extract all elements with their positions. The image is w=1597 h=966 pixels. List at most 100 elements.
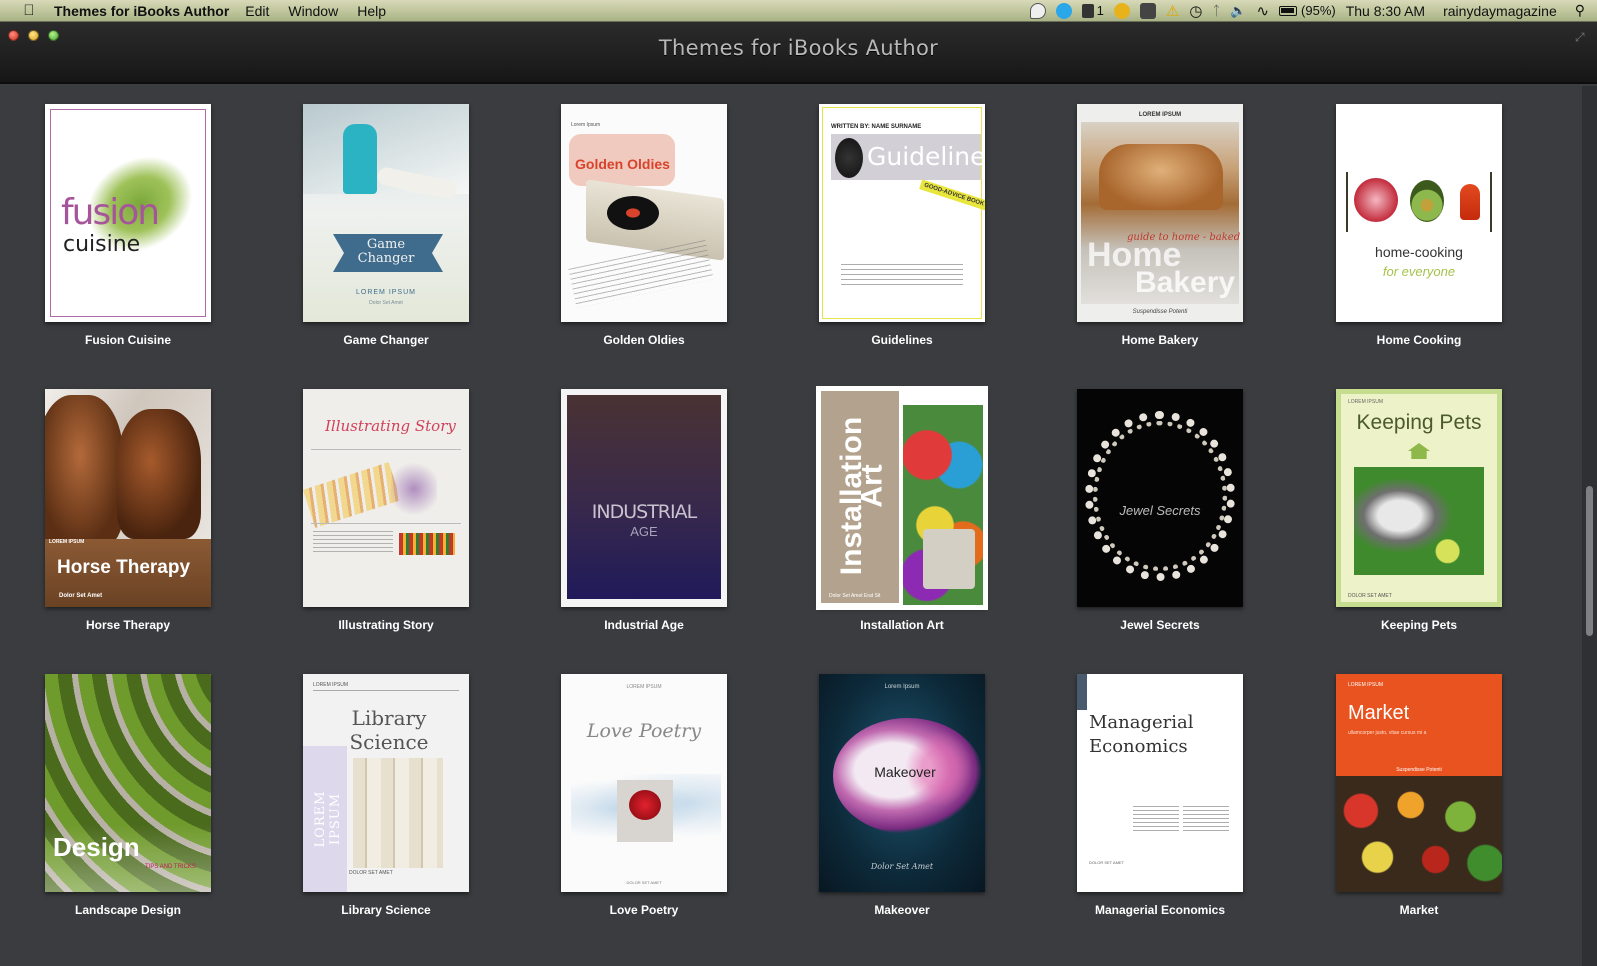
theme-cover[interactable]: Design TIPS AND TRICKS [45,674,211,892]
cover-title: Love Poetry [586,720,702,742]
theme-label: Managerial Economics [1094,903,1226,917]
bluetooth-icon[interactable]: ᛏ [1212,3,1220,18]
apple-menu-icon[interactable]:  [18,2,40,19]
theme-cover[interactable]: Game Changer LOREM IPSUM Dolor Set Amet [303,104,469,322]
cover-title: Makeover [874,764,936,780]
menu-bar:  Themes for iBooks Author Edit Window H… [0,0,1597,22]
spotlight-search-icon[interactable]: ⚲ [1575,2,1585,19]
theme-cover[interactable]: Lorem Ipsum Golden Oldies [561,104,727,322]
theme-cover[interactable]: LOREM IPSUM guide to home - baked Home B… [1077,104,1243,322]
theme-label: Makeover [874,903,930,917]
theme-cover[interactable]: LOREM IPSUM Library Science LOREM IPSUM … [303,674,469,892]
app-status-icon[interactable] [1113,2,1130,19]
cover-title: Keeping Pets [1356,411,1482,434]
cover-byline: Suspendisse Potenti [1396,767,1442,773]
user-menu[interactable]: rainydaymagazine [1443,3,1557,19]
cover-bottom-text: Dolor Set Amet [870,862,934,871]
cover-bottom-text: Dolor Set Amet [59,593,103,599]
theme-cover[interactable]: fusion cuisine [45,104,211,322]
theme-label: Market [1399,903,1439,917]
warning-icon[interactable]: ⚠ [1166,2,1179,20]
cover-top-text: LOREM IPSUM [1138,112,1182,118]
battery-icon[interactable]: (95%) [1279,3,1336,18]
cover-title: Horse Therapy [57,557,191,578]
theme-grid: fusion cuisine Fusion Cuisine Game Chang… [0,86,1597,966]
cover-bottom-text: DOLOR SET AMET [349,870,393,876]
cover-top-text: LOREM IPSUM [626,684,662,690]
cover-title-line1: Managerial [1089,712,1194,733]
skype-icon[interactable] [1055,2,1072,19]
cover-title: Jewel Secrets [1119,503,1201,518]
theme-cover[interactable]: LOREM IPSUM Market ullamcorper justo, vi… [1336,674,1502,892]
volume-icon[interactable]: 🔈 [1230,3,1246,19]
cover-bottom-text: DOLOR SET AMET [1348,593,1392,599]
menu-clock[interactable]: Thu 8:30 AM [1346,3,1425,19]
cover-title-line1: Game [366,237,406,252]
cover-title: Golden Oldies [575,156,670,172]
theme-label: Industrial Age [604,618,684,632]
window-title-bar: Themes for iBooks Author ⤢ [0,22,1597,84]
theme-cover[interactable]: LOREM IPSUM Keeping Pets DOLOR SET AMET [1336,389,1502,607]
cover-title-line2: Art [855,464,889,508]
theme-label: Love Poetry [609,903,679,917]
cover-title: Game Changer [303,238,469,266]
app-menu[interactable]: Themes for iBooks Author [54,3,229,19]
theme-cover[interactable]: Illustrating Story [303,389,469,607]
cover-title: fusion [61,192,160,233]
wifi-icon[interactable]: ∿ [1256,2,1269,20]
theme-cover[interactable]: LOREM IPSUM Love Poetry DOLOR SET AMET [561,674,727,892]
theme-label: Keeping Pets [1380,618,1458,632]
menu-window[interactable]: Window [288,3,338,19]
notification-count: 1 [1096,3,1104,18]
cover-subtitle: cuisine [63,232,141,257]
cover-top-text: Lorem Ipsum [571,122,601,128]
cover-title: home-cooking [1375,244,1463,260]
theme-cover[interactable]: Jewel Secrets [1077,389,1243,607]
theme-label: Library Science [341,903,431,917]
cover-bottom-text: Suspendisse Potenti [1132,309,1188,315]
theme-cover[interactable]: WRITTEN BY: NAME SURNAME Guidelines GOOD… [819,104,985,322]
theme-label: Jewel Secrets [1120,618,1200,632]
cover-bottom-text: DOLOR SET AMET [626,880,662,885]
scrollbar-thumb[interactable] [1586,486,1593,636]
theme-cover[interactable]: INDUSTRIAL AGE [561,389,727,607]
fullscreen-icon[interactable]: ⤢ [1575,30,1589,44]
menu-help[interactable]: Help [357,3,386,19]
cover-title: Guidelines [867,142,985,171]
menu-edit[interactable]: Edit [245,3,269,19]
cover-top-text: Lorem Ipsum [884,684,920,690]
cover-title: Illustrating Story [325,417,456,435]
theme-label: Landscape Design [74,903,182,917]
window-title: Themes for iBooks Author [658,36,939,60]
cover-bottom-text: Dolor Set Amet Erat Sit [829,593,881,599]
cover-title-line2: AGE [630,524,658,539]
cover-subtitle: ullamcorper justo, vitae cursus mi a [1348,730,1427,736]
theme-label: Guidelines [871,333,933,347]
status-area: 1 ⚠ ◷ ᛏ 🔈 ∿ (95%) Thu 8:30 AM rainydayma… [1029,0,1597,22]
cover-title: Design [53,832,140,862]
cover-subtitle: for everyone [1382,264,1456,279]
notification-icon[interactable]: 1 [1081,3,1104,18]
cover-subtitle: LOREM IPSUM [355,289,416,296]
theme-label: Home Bakery [1121,333,1199,347]
theme-cover[interactable]: home-cooking for everyone [1336,104,1502,322]
cover-top-text: WRITTEN BY: NAME SURNAME [831,124,922,130]
theme-cover[interactable]: Lorem Ipsum Makeover Dolor Set Amet [819,674,985,892]
cover-title-line2: Economics [1089,736,1188,757]
battery-percent: (95%) [1301,3,1336,18]
theme-cover[interactable]: Installation Art Dolor Set Amet Erat Sit [816,386,988,610]
theme-label: Illustrating Story [338,618,434,632]
theme-label: Game Changer [343,333,429,347]
time-machine-icon[interactable]: ◷ [1189,2,1202,20]
agent-icon[interactable] [1139,2,1156,19]
vertical-scrollbar[interactable] [1582,86,1597,966]
cover-side-text: LOREM IPSUM [313,790,343,848]
theme-label: Fusion Cuisine [84,333,171,347]
theme-cover[interactable]: Managerial Economics DOLOR SET AMET [1077,674,1243,892]
cover-top-text: LOREM IPSUM [313,682,349,688]
theme-label: Horse Therapy [85,618,171,632]
cover-title: Market [1348,702,1410,724]
theme-label: Installation Art [860,618,944,632]
speech-bubble-icon[interactable] [1029,2,1046,19]
theme-cover[interactable]: LOREM IPSUM Horse Therapy Dolor Set Amet [45,389,211,607]
